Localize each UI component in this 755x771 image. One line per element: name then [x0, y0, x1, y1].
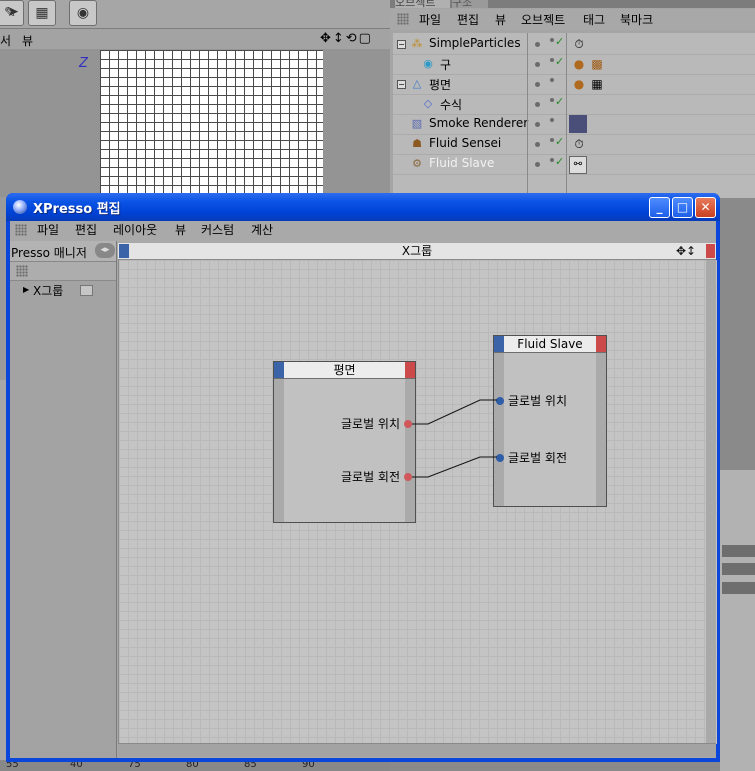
wire-global-rotation[interactable]: [412, 456, 497, 478]
wire-global-position[interactable]: [412, 399, 497, 425]
node-connections: [412, 399, 497, 478]
